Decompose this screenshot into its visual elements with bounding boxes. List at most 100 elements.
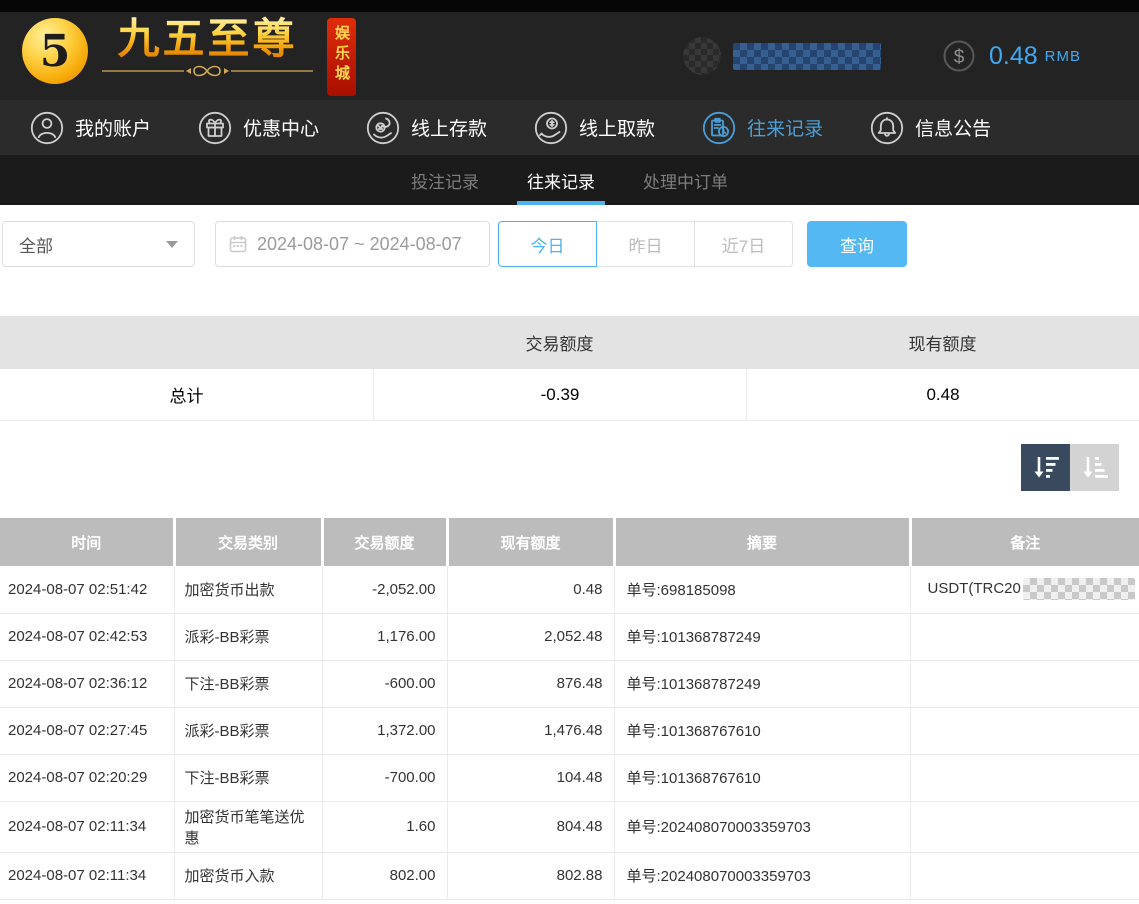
sort-descending-icon [1031,453,1061,483]
brand-badge: 娱乐城 [327,18,356,96]
cell-balance: 802.88 [447,852,614,899]
col-header-time: 时间 [0,518,174,566]
cell-amount: 1,372.00 [322,707,447,754]
cell-summary: 单号:101368787249 [614,660,910,707]
cell-amount: -2,052.00 [322,566,447,613]
cell-amount: -600.00 [322,660,447,707]
cell-summary: 单号:698185098 [614,566,910,613]
search-button[interactable]: 查询 [807,221,907,267]
brand-name: 九五至尊 [117,16,297,62]
svg-text:$: $ [954,47,965,68]
site-header: 5 九五至尊 娱乐城 $ 0.48 RMB [0,12,1139,100]
cell-type: 加密货币入款 [174,852,322,899]
range-yesterday-button[interactable]: 昨日 [596,221,695,267]
col-header-remark: 备注 [910,518,1139,566]
transaction-row: 2024-08-07 02:11:34 加密货币笔笔送优惠 1.60 804.4… [0,801,1139,852]
balance-amount: 0.48 [989,42,1038,71]
chevron-down-icon [166,241,178,248]
cell-remark [910,660,1139,707]
type-select[interactable]: 全部 [2,221,195,267]
summary-total-label: 总计 [0,369,373,420]
gift-icon [197,110,233,146]
brand-logo[interactable]: 5 九五至尊 娱乐城 [22,16,356,96]
cell-time: 2024-08-07 02:36:12 [0,660,174,707]
nav-item-label: 线上取款 [579,114,655,141]
cell-amount: 802.00 [322,852,447,899]
summary-header-trade: 交易额度 [373,330,746,355]
nav-item-promotions[interactable]: 优惠中心 [174,100,342,155]
balance-currency: RMB [1045,48,1081,65]
cell-balance: 2,052.48 [447,613,614,660]
cell-summary: 单号:101368767610 [614,707,910,754]
tab-label: 处理中订单 [643,168,728,193]
tab-betting-records[interactable]: 投注记录 [387,155,503,205]
nav-item-transaction-records[interactable]: 往来记录 [678,100,846,155]
remark-text: USDT(TRC20 [928,580,1021,597]
summary-total-row: 总计 -0.39 0.48 [0,369,1139,421]
cell-remark [910,801,1139,852]
nav-item-label: 信息公告 [915,114,991,141]
cell-balance: 104.48 [447,754,614,801]
cell-time: 2024-08-07 02:11:34 [0,801,174,852]
nav-item-label: 我的账户 [75,114,151,141]
cell-summary: 单号:202408070003359703 [614,801,910,852]
cell-remark [910,707,1139,754]
range-today-button[interactable]: 今日 [498,221,597,267]
nav-item-label: 线上存款 [411,114,487,141]
nav-item-withdraw[interactable]: 线上取款 [510,100,678,155]
cell-time: 2024-08-07 02:51:42 [0,566,174,613]
transaction-row: 2024-08-07 02:27:45 派彩-BB彩票 1,372.00 1,4… [0,707,1139,754]
type-select-value: 全部 [19,232,53,257]
bell-icon [869,110,905,146]
transaction-row: 2024-08-07 02:20:29 下注-BB彩票 -700.00 104.… [0,754,1139,801]
cell-time: 2024-08-07 02:11:34 [0,852,174,899]
top-black-strip [0,0,1139,12]
tab-transaction-records[interactable]: 往来记录 [503,155,619,205]
cell-time: 2024-08-07 02:20:29 [0,754,174,801]
sort-controls [0,444,1139,491]
cell-summary: 单号:101368767610 [614,754,910,801]
cell-type: 加密货币出款 [174,566,322,613]
tab-label: 投注记录 [411,168,479,193]
sort-descending-button[interactable] [1021,444,1070,491]
sub-nav: 投注记录 往来记录 处理中订单 [0,155,1139,205]
cell-remark: USDT(TRC20 [910,566,1139,613]
cell-type: 派彩-BB彩票 [174,613,322,660]
tab-pending-orders[interactable]: 处理中订单 [619,155,752,205]
remark-redacted-block [1023,578,1135,600]
nav-item-announcements[interactable]: 信息公告 [846,100,1014,155]
user-avatar[interactable] [683,37,721,75]
dollar-coin-icon: $ [941,38,977,74]
quick-range-group: 今日 昨日 近7日 [498,221,793,267]
sort-ascending-button[interactable] [1070,444,1119,491]
transaction-row: 2024-08-07 02:42:53 派彩-BB彩票 1,176.00 2,0… [0,613,1139,660]
withdraw-icon [533,110,569,146]
col-header-summary: 摘要 [614,518,910,566]
cell-type: 下注-BB彩票 [174,660,322,707]
date-range-value: 2024-08-07 ~ 2024-08-07 [257,234,462,255]
sort-ascending-icon [1080,453,1110,483]
transactions-table: 时间 交易类别 交易额度 现有额度 摘要 备注 2024-08-07 02:51… [0,518,1139,900]
username-redacted [733,43,881,70]
nav-item-label: 优惠中心 [243,114,319,141]
main-nav: 我的账户 优惠中心 线上存款 线上取款 [0,100,1139,155]
col-header-amount: 交易额度 [322,518,447,566]
transactions-header-row: 时间 交易类别 交易额度 现有额度 摘要 备注 [0,518,1139,566]
date-range-input[interactable]: 2024-08-07 ~ 2024-08-07 [215,221,490,267]
cell-balance: 1,476.48 [447,707,614,754]
user-icon [29,110,65,146]
cell-time: 2024-08-07 02:42:53 [0,613,174,660]
cell-amount: 1.60 [322,801,447,852]
nav-item-my-account[interactable]: 我的账户 [6,100,174,155]
summary-header-row: 交易额度 现有额度 [0,316,1139,369]
cell-remark [910,613,1139,660]
calendar-icon [229,235,247,253]
cell-time: 2024-08-07 02:27:45 [0,707,174,754]
nav-item-label: 往来记录 [747,114,823,141]
nav-item-deposit[interactable]: 线上存款 [342,100,510,155]
range-last7days-button[interactable]: 近7日 [694,221,793,267]
cell-type: 派彩-BB彩票 [174,707,322,754]
transactions-body: 2024-08-07 02:51:42 加密货币出款 -2,052.00 0.4… [0,566,1139,899]
summary-table: 交易额度 现有额度 总计 -0.39 0.48 [0,316,1139,421]
range-label: 今日 [531,232,565,257]
